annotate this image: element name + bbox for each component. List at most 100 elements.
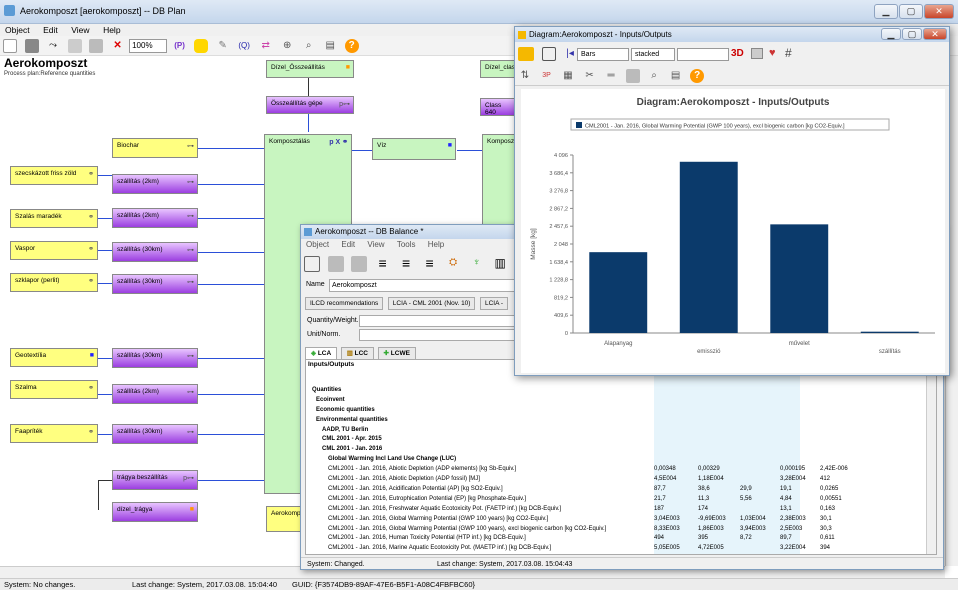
zoom-icon[interactable]: ⌕ [647,69,661,83]
tab-cml2001[interactable]: LCIA - CML 2001 (Nov. 10) [387,297,476,310]
bal-menu-view[interactable]: View [367,240,384,249]
bal-menu-object[interactable]: Object [306,240,329,249]
input-box-7[interactable]: Faapríték ⚭ [10,424,98,443]
help-icon[interactable]: ? [344,39,359,53]
close-button[interactable]: ✕ [924,4,954,19]
unit-input[interactable] [359,329,517,341]
table-row[interactable]: Economic quantities [306,406,926,415]
table-row[interactable]: CML 2001 - Jan. 2016 [306,445,926,454]
bal-menu-help[interactable]: Help [428,240,444,249]
transport-box-2[interactable]: szállítás (2km) ⊶ [112,208,198,228]
menu-edit[interactable]: Edit [43,24,58,36]
komposzt-forgatas-box[interactable]: Komposztforgatás [482,134,539,234]
table-row[interactable]: CML 2001 - Apr. 2015 [306,435,926,444]
save-icon[interactable] [304,256,320,272]
copy-icon[interactable] [67,39,82,53]
transport-box-7[interactable]: szállítás (30km) ⊶ [112,424,198,444]
transport-box-6[interactable]: szállítás (2km) ⊶ [112,384,198,404]
delete-icon[interactable]: ✕ [111,39,125,53]
table-scrollbar[interactable] [926,360,936,554]
paste-icon[interactable] [89,39,104,53]
input-box-1[interactable]: szecskázott friss zöld ⚭ [10,166,98,185]
table-row[interactable]: Environmental quantities [306,416,926,425]
tab-lcia[interactable]: LCIA - [479,297,509,310]
dia-minimize-button[interactable]: ▁ [881,28,901,40]
comment-icon[interactable] [194,39,209,53]
save-icon[interactable] [541,47,556,61]
tab-ilcd[interactable]: ILCD recommendations [305,297,384,310]
input-box-2[interactable]: Szalás maradék ⚭ [10,209,98,228]
3d-icon[interactable]: 3D [731,48,744,59]
filter-icon[interactable]: ⛭ [445,256,461,270]
paste-icon[interactable] [351,256,368,272]
p-icon[interactable]: (P) [173,39,187,53]
maximize-button[interactable]: ▢ [899,4,923,19]
table-row[interactable] [306,376,926,385]
table-row[interactable]: CML2001 - Jan. 2016, Freshwater Aquatic … [306,505,926,514]
extra-select[interactable] [677,48,729,61]
print-icon[interactable]: ▤ [323,39,337,53]
tab-lcwe[interactable]: ✚ LCWE [377,347,416,359]
table-row[interactable]: Ecoinvent [306,396,926,405]
help-icon[interactable]: ? [690,69,705,83]
table-row[interactable]: Global Warming Incl Land Use Change (LUC… [306,455,926,464]
table-row[interactable]: CML2001 - Jan. 2016, Human Toxicity Pote… [306,534,926,543]
copy-icon[interactable] [327,256,344,272]
table-row[interactable]: Quantities [306,386,926,395]
first-icon[interactable]: |◂ [563,47,577,61]
align-icon[interactable]: ≡ [375,256,391,270]
arrows-icon[interactable]: ⇄ [259,39,273,53]
name-input[interactable]: Aerokomposzt [329,279,519,292]
zoom-fit-icon[interactable]: ⌕ [302,39,316,53]
table-row[interactable]: AADP, TU Berlin [306,426,926,435]
new-icon[interactable] [3,39,17,53]
edit-icon[interactable]: ✎ [216,39,230,53]
stats-icon[interactable]: 3P [540,69,554,83]
transport-box-4[interactable]: szállítás (30km) ⊶ [112,274,198,294]
tab-lcc[interactable]: ▥ LCC [340,347,374,359]
transport-box-3[interactable]: szállítás (30km) ⊶ [112,242,198,262]
sort-icon[interactable]: ⇅ [518,69,532,83]
dia-maximize-button[interactable]: ▢ [902,28,922,40]
table-row[interactable]: CML2001 - Jan. 2016, Marine Aquatic Ecot… [306,544,926,553]
dizel-ossz-box[interactable]: Dízel_Összeállítás ■ [266,60,354,78]
menu-icon[interactable]: ≡ [422,256,438,270]
print-icon[interactable]: ▤ [669,69,683,83]
ossz-gepe-box[interactable]: Összeállítás gépe p⊶ [266,96,354,114]
grid-icon[interactable]: # [785,46,792,60]
bal-menu-tools[interactable]: Tools [397,240,416,249]
tree-icon[interactable]: ♆ [469,256,485,270]
input-box-3[interactable]: Vaspor ⚭ [10,241,98,260]
dizel-tragya-box[interactable]: dízel_trágya ■ [112,502,198,522]
balance-table[interactable]: Inputs/Outputs AerokomposztAlapanyagemis… [305,359,937,555]
link-icon[interactable]: ⤳ [46,39,60,53]
menu-view[interactable]: View [71,24,89,36]
dizel-class-box[interactable]: Dízel_class [480,60,518,78]
table-row[interactable]: CML2001 - Jan. 2016, Acidification Poten… [306,485,926,494]
chart-type-select[interactable]: Bars [577,48,629,61]
diagram-window[interactable]: Diagram:Aerokomposzt - Inputs/Outputs ▁ … [514,26,950,376]
open-folder-icon[interactable] [518,47,534,61]
zoom-select[interactable]: 100% [129,39,168,53]
tab-lca[interactable]: ◈ LCA [305,347,338,359]
input-box-4[interactable]: szklapor (perlit) ⚭ [10,273,98,292]
input-box-6[interactable]: Szalma ⚭ [10,380,98,399]
quantity-input[interactable] [359,315,517,327]
transport-box-5[interactable]: szállítás (30km) ⊶ [112,348,198,368]
save-icon[interactable] [24,39,39,53]
viz-box[interactable]: Víz ■ [372,138,456,160]
biochar-box[interactable]: Biochar ⊶ [112,138,198,158]
marker-icon[interactable]: ♥ [769,47,776,59]
zoom-in-icon[interactable]: ⊕ [280,39,294,53]
list-icon[interactable]: ≡ [398,256,414,270]
menu-help[interactable]: Help [103,24,120,36]
input-box-5[interactable]: Geotextília ■ [10,348,98,367]
legend-icon[interactable] [751,48,763,59]
menu-object[interactable]: Object [5,24,30,36]
stack-select[interactable]: stacked [631,48,675,61]
equal-icon[interactable]: ═ [604,69,618,83]
bar-chart-icon[interactable]: ▦ [561,69,575,83]
tragya-box[interactable]: trágya beszállítás p⊶ [112,470,198,490]
q-icon[interactable]: (Q) [237,39,251,53]
dia-close-button[interactable]: ✕ [923,28,947,40]
